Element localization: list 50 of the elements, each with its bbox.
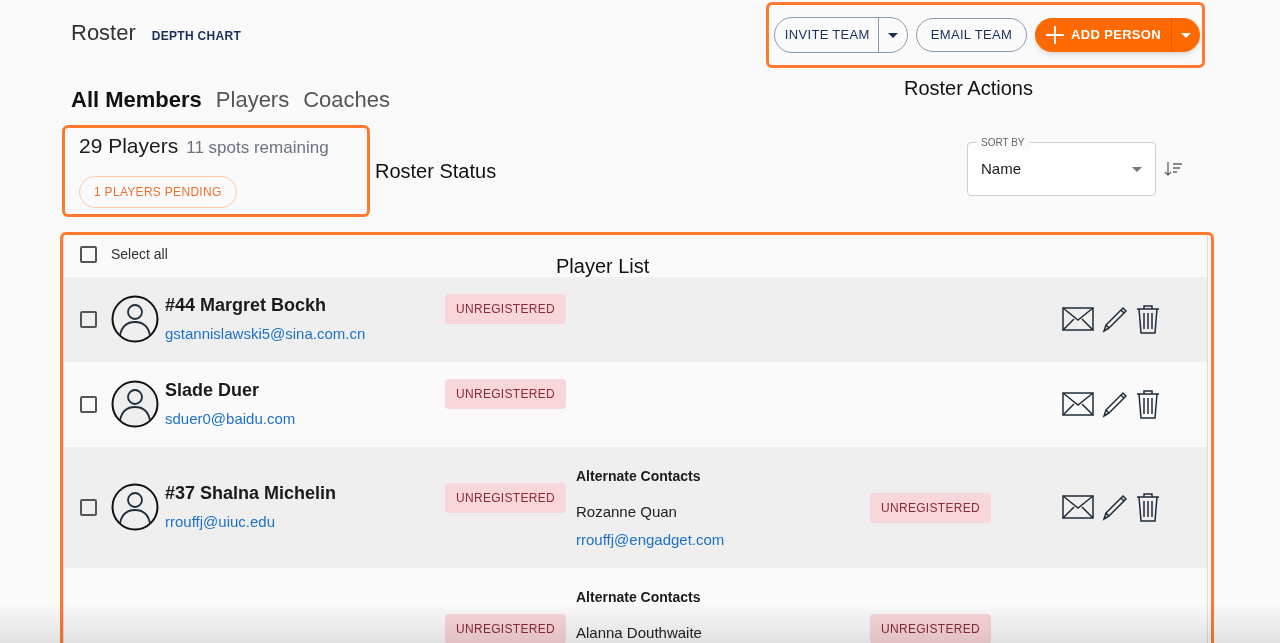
page-title: Roster — [71, 19, 136, 47]
annotation-label: Roster Status — [375, 159, 497, 184]
player-count: 29 Players — [79, 133, 179, 159]
checkbox[interactable] — [80, 310, 97, 328]
tab[interactable]: Coaches — [303, 83, 391, 116]
pencil-icon[interactable] — [1100, 304, 1130, 334]
unregistered-badge: UNREGISTERED — [870, 492, 991, 523]
pencil-icon[interactable] — [1100, 492, 1130, 522]
avatar-icon — [111, 483, 159, 531]
avatar-icon — [111, 295, 159, 343]
alternate-contacts-heading: Alternate Contacts — [576, 466, 702, 486]
unregistered-badge: UNREGISTERED — [445, 482, 566, 513]
player-name: #44 Margret Bockh — [165, 294, 328, 318]
envelope-icon[interactable] — [1062, 307, 1094, 331]
caret-icon — [1181, 32, 1191, 38]
checkbox[interactable] — [80, 245, 97, 263]
tab[interactable]: All Members — [71, 83, 202, 116]
contact-name: Rozanne Quan — [576, 501, 678, 522]
unregistered-badge: UNREGISTERED — [445, 293, 566, 324]
unregistered-badge: UNREGISTERED — [445, 613, 566, 643]
annotation-label: Roster Actions — [904, 76, 1033, 101]
plus-icon — [1045, 25, 1066, 45]
email-link[interactable]: rrouffj@uiuc.edu — [165, 511, 445, 534]
player-name: Slade Duer — [165, 379, 261, 403]
email-link[interactable]: rrouffj@engadget.com — [576, 529, 870, 552]
avatar-icon — [111, 380, 159, 428]
caret-icon — [887, 32, 898, 38]
sort-icon[interactable] — [1164, 161, 1184, 178]
trash-icon[interactable] — [1136, 492, 1160, 522]
spots-remaining: 11 spots remaining — [186, 137, 329, 159]
contact-name: Alanna Douthwaite — [576, 622, 703, 643]
email-link[interactable]: sduer0@baidu.com — [165, 408, 445, 431]
checkbox[interactable] — [80, 498, 97, 516]
tab[interactable]: Players — [215, 83, 290, 116]
annotation-label: Player List — [556, 254, 650, 279]
checkbox[interactable] — [80, 395, 97, 413]
unregistered-badge: UNREGISTERED — [445, 378, 566, 409]
alternate-contacts-heading: Alternate Contacts — [576, 587, 702, 607]
caret-icon — [1132, 166, 1142, 172]
envelope-icon[interactable] — [1062, 392, 1094, 416]
invite-team-button[interactable]: INVITE TEAM — [774, 18, 879, 52]
select-all-label: Select all — [111, 244, 168, 264]
trash-icon[interactable] — [1136, 304, 1160, 334]
depth-chart-link[interactable]: DEPTH CHART — [151, 27, 242, 45]
unregistered-badge: UNREGISTERED — [870, 613, 991, 643]
envelope-icon[interactable] — [1062, 495, 1094, 519]
pencil-icon[interactable] — [1100, 389, 1130, 419]
player-name: #37 Shalna Michelin — [165, 482, 338, 506]
trash-icon[interactable] — [1136, 389, 1160, 419]
email-link[interactable]: gstannislawski5@sina.com.cn — [165, 323, 445, 346]
